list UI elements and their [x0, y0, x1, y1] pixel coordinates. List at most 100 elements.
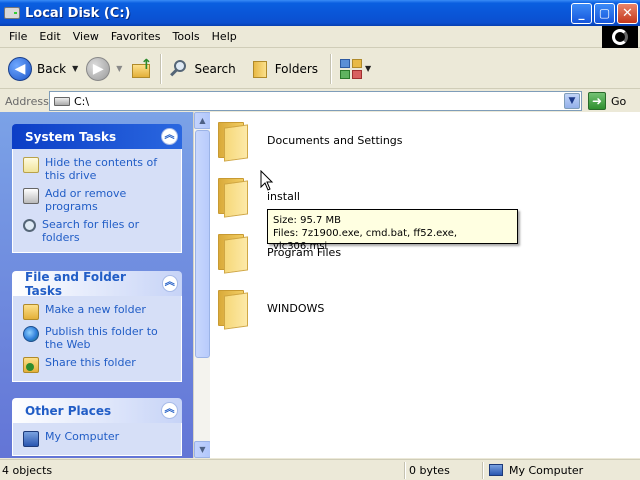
task-add-remove-programs[interactable]: Add or remove programs: [23, 187, 175, 213]
status-object-count: 4 objects: [2, 463, 53, 477]
other-places-panel: Other Places ︽ My Computer: [12, 398, 182, 456]
panel-title: File and Folder Tasks: [25, 269, 126, 298]
task-label: Search for files or folders: [42, 218, 140, 244]
menu-file[interactable]: File: [0, 30, 33, 43]
search-button[interactable]: Search: [165, 52, 239, 86]
folder-up-icon: ↑: [130, 57, 152, 80]
forward-dropdown-icon[interactable]: ▼: [116, 64, 122, 73]
search-label: Search: [194, 61, 236, 76]
back-label: Back: [37, 61, 67, 76]
views-icon: [339, 58, 363, 80]
panel-title: Other Places: [25, 403, 112, 418]
folders-label: Folders: [274, 61, 319, 76]
menu-bar: File Edit View Favorites Tools Help: [0, 26, 640, 48]
maximize-button[interactable]: ▢: [594, 3, 615, 24]
windows-logo-icon: [602, 26, 638, 48]
up-button[interactable]: ↑: [126, 52, 156, 86]
task-search-files[interactable]: Search for files or folders: [23, 218, 175, 244]
forward-button[interactable]: ▶ ▼: [82, 52, 126, 86]
folder-icon: [216, 120, 248, 162]
tooltip-files: Files: 7z1900.exe, cmd.bat, ff52.exe, vl…: [273, 228, 458, 252]
views-dropdown-icon[interactable]: ▼: [365, 64, 371, 73]
toolbar-separator: [330, 53, 332, 84]
go-label: Go: [611, 94, 627, 108]
address-value: C:\: [74, 94, 90, 108]
status-location: My Computer: [509, 463, 584, 477]
minimize-button[interactable]: _: [571, 3, 592, 24]
folder-icon: [216, 232, 248, 274]
file-folder-tasks-panel: File and Folder Tasks ︽ Make a new folde…: [12, 269, 182, 382]
folder-tooltip: Size: 95.7 MB Files: 7z1900.exe, cmd.bat…: [267, 209, 518, 252]
add-remove-programs-icon: [23, 188, 39, 204]
collapse-icon[interactable]: ︽: [161, 402, 178, 419]
file-list: Documents and Settings install Program F…: [210, 112, 640, 458]
folder-name: Documents and Settings: [267, 134, 403, 147]
my-computer-icon: [23, 431, 39, 447]
scroll-down-icon[interactable]: ▼: [194, 441, 211, 458]
tooltip-size: Size: 95.7 MB: [273, 215, 342, 226]
task-label: Hide the contents of this drive: [45, 156, 158, 182]
task-publish-web[interactable]: Publish this folder to the Web: [23, 325, 175, 351]
task-label: My Computer: [45, 430, 120, 443]
go-arrow-icon: ➜: [588, 92, 606, 110]
menu-edit[interactable]: Edit: [33, 30, 66, 43]
my-computer-icon: [489, 464, 503, 476]
search-icon: [169, 59, 189, 79]
task-pane-scrollbar[interactable]: ▲ ▼: [193, 112, 211, 458]
address-input[interactable]: C:\ ▼: [49, 91, 582, 111]
file-folder-tasks-header[interactable]: File and Folder Tasks ︽: [12, 269, 182, 298]
status-bar: 4 objects 0 bytes My Computer: [0, 459, 640, 480]
status-size: 0 bytes: [409, 463, 450, 477]
window-title: Local Disk (C:): [25, 5, 131, 21]
collapse-icon[interactable]: ︽: [161, 275, 178, 292]
search-icon: [23, 219, 36, 232]
back-arrow-icon: ◀: [8, 56, 32, 81]
close-button[interactable]: ✕: [617, 3, 638, 24]
task-label: Publish this folder to the Web: [45, 325, 158, 351]
system-tasks-panel: System Tasks ︽ Hide the contents of this…: [12, 124, 182, 253]
address-label: Address: [5, 94, 49, 108]
folder-item[interactable]: install: [216, 176, 300, 218]
menu-favorites[interactable]: Favorites: [105, 30, 167, 43]
panel-title: System Tasks: [25, 129, 117, 144]
forward-arrow-icon: ▶: [86, 56, 111, 81]
menu-tools[interactable]: Tools: [167, 30, 206, 43]
task-make-new-folder[interactable]: Make a new folder: [23, 303, 175, 320]
system-tasks-header[interactable]: System Tasks ︽: [12, 124, 182, 149]
back-button[interactable]: ◀ Back ▼: [4, 52, 82, 86]
drive-icon: [54, 96, 70, 106]
new-folder-icon: [23, 304, 39, 320]
folder-item[interactable]: Program Files: [216, 232, 341, 274]
drive-icon: [4, 7, 20, 19]
folder-name: WINDOWS: [267, 302, 325, 315]
share-folder-icon: [23, 357, 39, 373]
place-my-computer[interactable]: My Computer: [23, 430, 175, 447]
scroll-thumb[interactable]: [195, 130, 210, 358]
folder-icon: [216, 288, 248, 330]
folders-icon: [250, 59, 270, 79]
folder-item[interactable]: Documents and Settings: [216, 120, 403, 162]
task-hide-contents[interactable]: Hide the contents of this drive: [23, 156, 175, 182]
folders-button[interactable]: Folders: [246, 52, 322, 86]
views-button[interactable]: ▼: [335, 52, 375, 86]
collapse-icon[interactable]: ︽: [161, 128, 178, 145]
menu-help[interactable]: Help: [206, 30, 243, 43]
go-button[interactable]: ➜ Go: [588, 92, 626, 110]
task-label: Share this folder: [45, 356, 136, 369]
menu-view[interactable]: View: [67, 30, 105, 43]
globe-icon: [23, 326, 39, 342]
address-dropdown-icon[interactable]: ▼: [564, 93, 580, 109]
title-bar[interactable]: Local Disk (C:) _ ▢ ✕: [0, 0, 640, 26]
folder-icon: [216, 176, 248, 218]
other-places-header[interactable]: Other Places ︽: [12, 398, 182, 423]
task-share-folder[interactable]: Share this folder: [23, 356, 175, 373]
task-pane: System Tasks ︽ Hide the contents of this…: [0, 112, 193, 458]
address-bar: Address C:\ ▼ ➜ Go: [0, 90, 640, 112]
back-dropdown-icon[interactable]: ▼: [72, 64, 78, 73]
toolbar: ◀ Back ▼ ▶ ▼ ↑ Search Folders ▼: [0, 49, 640, 89]
task-label: Make a new folder: [45, 303, 146, 316]
scroll-up-icon[interactable]: ▲: [194, 112, 211, 129]
folder-item[interactable]: WINDOWS: [216, 288, 324, 330]
toolbar-separator: [160, 53, 162, 84]
hide-contents-icon: [23, 157, 39, 173]
